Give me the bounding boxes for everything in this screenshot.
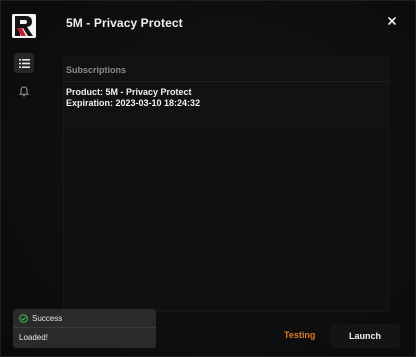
nav-notifications-button[interactable] xyxy=(14,81,34,101)
page-title: 5M - Privacy Protect xyxy=(66,16,183,30)
nav-subscriptions-button[interactable] xyxy=(14,53,34,73)
app-window: 5M - Privacy Protect Subscriptions Produ… xyxy=(0,0,416,357)
product-line: Product: 5M - Privacy Protect xyxy=(66,87,192,97)
expiration-line: Expiration: 2023-03-10 18:24:32 xyxy=(66,98,201,108)
sidebar xyxy=(1,1,47,357)
launch-button[interactable]: Launch xyxy=(330,324,400,348)
check-circle-icon xyxy=(19,313,28,323)
toast-status: Success xyxy=(32,313,63,323)
toast-message: Loaded! xyxy=(19,333,48,342)
section-label: Subscriptions xyxy=(66,65,127,75)
close-button[interactable] xyxy=(385,14,399,28)
section-divider xyxy=(63,81,389,82)
testing-button[interactable]: Testing xyxy=(284,330,315,340)
bell-icon xyxy=(19,85,29,96)
close-icon xyxy=(388,17,396,25)
app-logo xyxy=(12,14,36,38)
toast-header: Success xyxy=(13,309,156,328)
list-icon xyxy=(18,58,30,68)
toast-notification: Success Loaded! xyxy=(13,309,156,348)
